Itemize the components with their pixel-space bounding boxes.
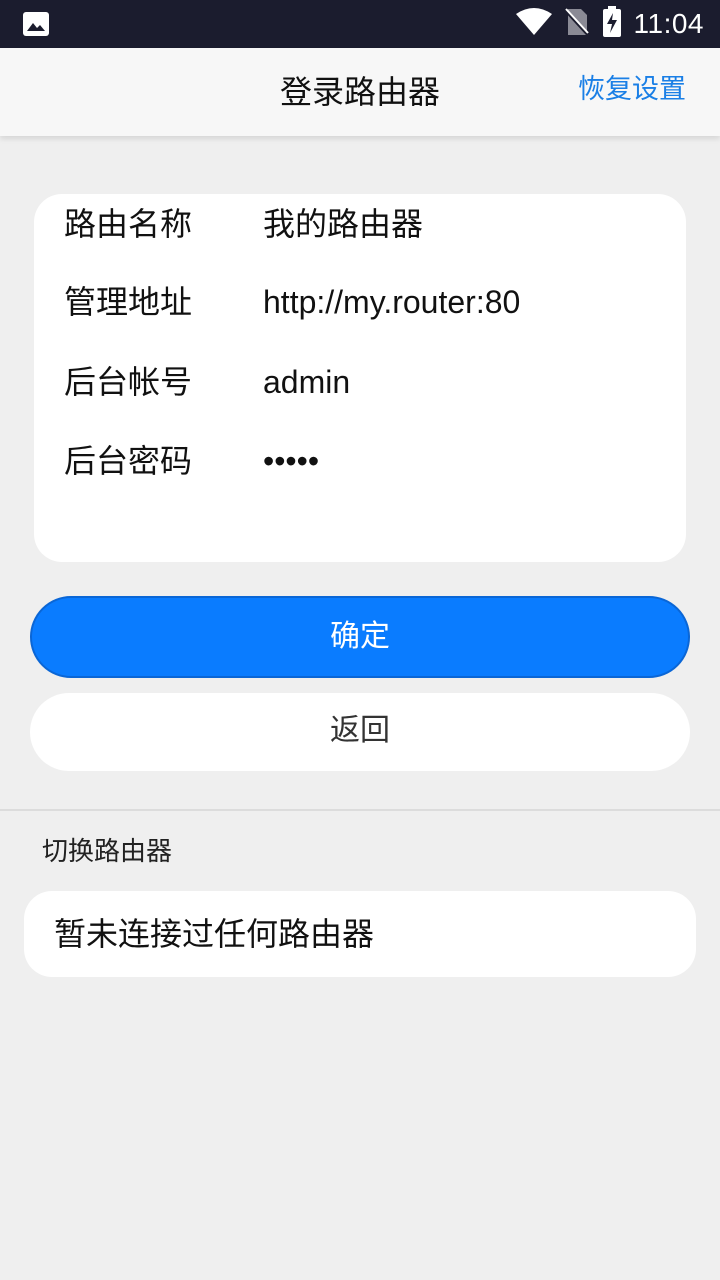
status-time: 11:04 xyxy=(633,8,704,39)
admin-account-row: 后台帐号 admin xyxy=(34,352,686,412)
restore-settings-button[interactable]: 恢复设置 xyxy=(578,48,686,136)
admin-password-value[interactable]: ••••• xyxy=(263,431,319,491)
admin-account-value[interactable]: admin xyxy=(263,352,350,412)
wifi-icon xyxy=(515,8,564,40)
router-list-empty-item: 暂未连接过任何路由器 xyxy=(24,891,696,977)
status-bar: 11:04 xyxy=(0,0,720,48)
router-name-label: 路由名称 xyxy=(64,205,193,243)
admin-password-label: 后台密码 xyxy=(64,442,193,480)
battery-charging-icon xyxy=(602,6,634,42)
admin-account-label: 后台帐号 xyxy=(64,363,193,401)
no-sim-icon xyxy=(564,7,602,41)
admin-address-value[interactable]: http://my.router:80 xyxy=(263,272,520,332)
back-button[interactable]: 返回 xyxy=(30,693,690,771)
router-info-card: 路由名称 我的路由器 管理地址 http://my.router:80 后台帐号… xyxy=(34,194,686,562)
toolbar: 登录路由器 恢复设置 xyxy=(0,48,720,136)
admin-address-row: 管理地址 http://my.router:80 xyxy=(34,272,686,332)
router-name-row: 路由名称 我的路由器 xyxy=(34,194,686,254)
section-divider xyxy=(0,809,720,811)
admin-password-row: 后台密码 ••••• xyxy=(34,431,686,491)
admin-address-label: 管理地址 xyxy=(64,283,193,321)
status-icons: 11:04 xyxy=(515,0,705,48)
confirm-button[interactable]: 确定 xyxy=(30,596,690,678)
switch-router-title: 切换路由器 xyxy=(42,837,173,867)
gallery-icon xyxy=(22,11,50,41)
router-name-value[interactable]: 我的路由器 xyxy=(263,194,423,254)
